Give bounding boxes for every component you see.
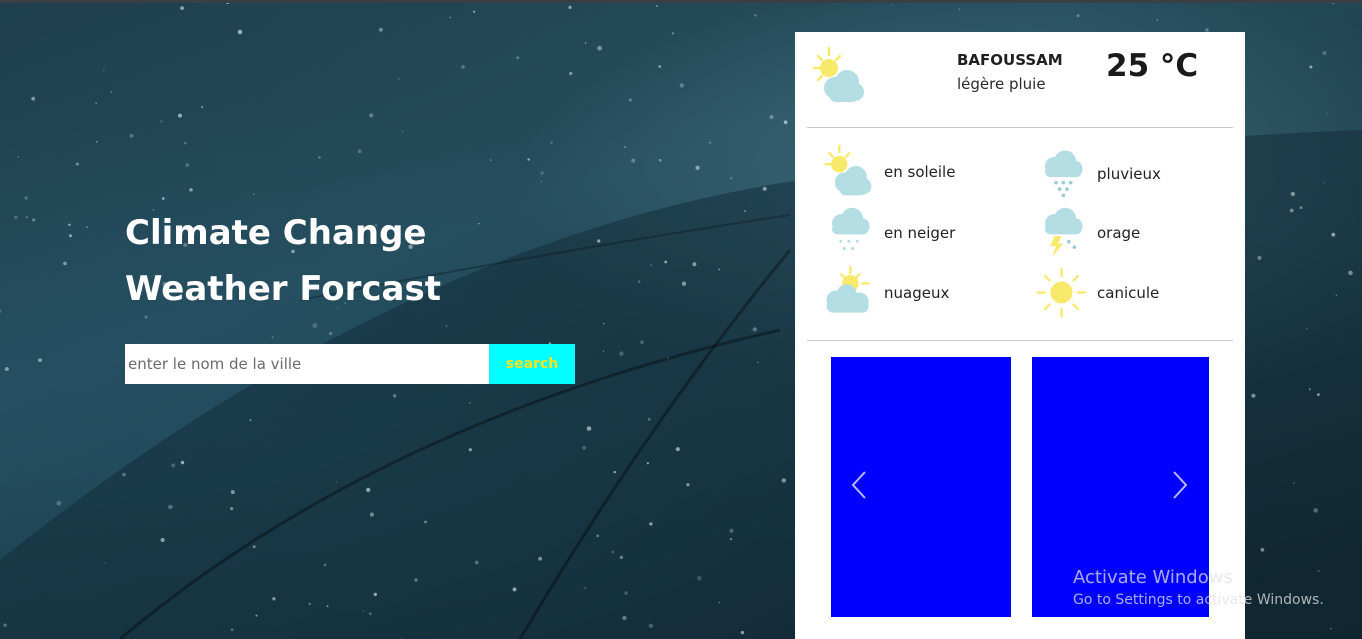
temperature: 25 °C (1106, 48, 1199, 84)
browser-top-strip (0, 0, 1362, 3)
sun-cloud-icon (824, 144, 872, 196)
divider-top (807, 127, 1233, 128)
legend-item-orage: orage (1034, 205, 1140, 260)
weather-description: légère pluie (957, 75, 1046, 93)
legend-label: en neiger (884, 223, 956, 242)
search-bar: search (125, 344, 575, 384)
legend-item-en-neiger: en neiger (821, 205, 955, 260)
chevron-right-icon[interactable] (1171, 470, 1189, 504)
storm-cloud-icon (1045, 207, 1083, 257)
legend-label: orage (1097, 223, 1141, 242)
windows-activation-watermark: Activate Windows Go to Settings to activ… (1073, 567, 1324, 608)
sun-cloud-icon (809, 46, 869, 110)
legend-label: en soleile (884, 162, 956, 181)
partly-cloudy-icon (826, 265, 870, 313)
sun-icon (1036, 267, 1087, 318)
city-name: BAFOUSSAM (957, 51, 1063, 69)
hero-title: Climate Change Weather Forcast (125, 205, 441, 317)
weather-panel: BAFOUSSAM légère pluie 25 °C en soleile … (795, 32, 1245, 639)
search-button[interactable]: search (489, 344, 575, 384)
snow-cloud-icon (832, 207, 870, 250)
hero-title-line2: Weather Forcast (125, 269, 441, 309)
legend-label: canicule (1097, 283, 1160, 302)
legend-item-pluvieux: pluvieux (1034, 146, 1161, 201)
watermark-title: Activate Windows (1073, 567, 1233, 588)
legend-label: nuageux (884, 283, 950, 302)
legend-item-canicule: canicule (1034, 265, 1159, 320)
chevron-left-icon[interactable] (850, 470, 868, 504)
hero-title-line1: Climate Change (125, 213, 427, 253)
legend-item-nuageux: nuageux (821, 265, 949, 320)
rain-cloud-icon (1045, 150, 1083, 198)
legend-label: pluvieux (1097, 164, 1161, 183)
watermark-subtitle: Go to Settings to activate Windows. (1073, 592, 1324, 608)
divider-bottom (807, 340, 1233, 341)
legend-item-en-soleile: en soleile (821, 144, 955, 199)
city-search-input[interactable] (125, 344, 489, 384)
